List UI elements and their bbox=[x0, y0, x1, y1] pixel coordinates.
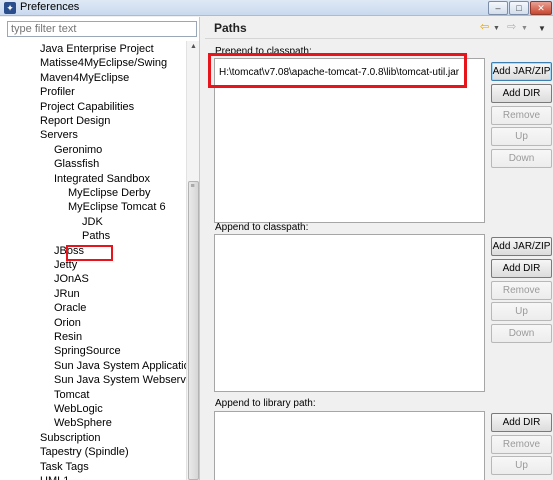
page-header: Paths ⇦ ▼ ⇨ ▼ ▼ bbox=[205, 17, 553, 39]
highlight-box-jar-entry bbox=[208, 53, 467, 88]
append-classpath-label: Append to classpath: bbox=[215, 222, 309, 233]
tree-item-report-design[interactable]: Report Design bbox=[40, 114, 110, 128]
library-path-list[interactable] bbox=[214, 411, 485, 480]
scrollbar-thumb[interactable] bbox=[188, 181, 199, 480]
minimize-button[interactable]: – bbox=[488, 1, 508, 15]
prepend-down-button[interactable]: Down bbox=[491, 149, 552, 168]
tree-item-paths[interactable]: Paths bbox=[82, 229, 110, 243]
window-title: Preferences bbox=[20, 1, 80, 13]
library-up-button[interactable]: Up bbox=[491, 456, 552, 475]
append-up-button[interactable]: Up bbox=[491, 302, 552, 321]
append-classpath-list[interactable] bbox=[214, 234, 485, 392]
library-path-label: Append to library path: bbox=[215, 398, 316, 409]
maximize-button[interactable]: □ bbox=[509, 1, 529, 15]
tree-item-maven4myeclipse[interactable]: Maven4MyEclipse bbox=[40, 71, 129, 85]
highlight-box-paths bbox=[66, 245, 113, 261]
close-window-button[interactable]: ✕ bbox=[530, 1, 552, 15]
tree-item-myeclipse-tomcat-6[interactable]: MyEclipse Tomcat 6 bbox=[68, 200, 166, 214]
tree-item-subscription[interactable]: Subscription bbox=[40, 431, 101, 445]
tree-item-matisse4myeclipse-swing[interactable]: Matisse4MyEclipse/Swing bbox=[40, 56, 167, 70]
tree-item-sun-java-system-application-se[interactable]: Sun Java System Application Se bbox=[54, 359, 186, 373]
tree-item-orion[interactable]: Orion bbox=[54, 316, 81, 330]
tree-item-geronimo[interactable]: Geronimo bbox=[54, 143, 102, 157]
forward-arrow-icon[interactable]: ⇨ bbox=[507, 21, 516, 33]
scroll-up-icon[interactable]: ▲ bbox=[188, 41, 199, 53]
grip-icon: ≡ bbox=[190, 183, 195, 190]
tree-item-profiler[interactable]: Profiler bbox=[40, 85, 75, 99]
tree-item-uml1[interactable]: UML1 bbox=[40, 474, 69, 480]
preferences-nav-pane: Java Enterprise ProjectMatisse4MyEclipse… bbox=[0, 17, 200, 480]
prepend-add-jar-button[interactable]: Add JAR/ZIP bbox=[491, 62, 552, 81]
tree-item-integrated-sandbox[interactable]: Integrated Sandbox bbox=[54, 172, 150, 186]
tree-item-jdk[interactable]: JDK bbox=[82, 215, 103, 229]
chevron-down-icon[interactable]: ▼ bbox=[493, 23, 500, 35]
eclipse-app-icon: ✦ bbox=[4, 2, 16, 14]
prepend-add-dir-button[interactable]: Add DIR bbox=[491, 84, 552, 103]
append-remove-button[interactable]: Remove bbox=[491, 281, 552, 300]
library-remove-button[interactable]: Remove bbox=[491, 435, 552, 454]
tree-item-servers[interactable]: Servers bbox=[40, 128, 78, 142]
append-add-dir-button[interactable]: Add DIR bbox=[491, 259, 552, 278]
tree-item-sun-java-system-webserver[interactable]: Sun Java System Webserver bbox=[54, 373, 186, 387]
tree-item-weblogic[interactable]: WebLogic bbox=[54, 402, 103, 416]
window-title-bar: ✦ Preferences – □ ✕ bbox=[0, 0, 553, 16]
tree-item-oracle[interactable]: Oracle bbox=[54, 301, 86, 315]
filter-input[interactable] bbox=[7, 21, 197, 37]
prepend-remove-button[interactable]: Remove bbox=[491, 106, 552, 125]
append-down-button[interactable]: Down bbox=[491, 324, 552, 343]
tree-item-jonas[interactable]: JOnAS bbox=[54, 272, 89, 286]
tree-item-task-tags[interactable]: Task Tags bbox=[40, 460, 89, 474]
tree-item-tomcat[interactable]: Tomcat bbox=[54, 388, 89, 402]
view-menu-icon[interactable]: ▼ bbox=[538, 23, 546, 35]
back-arrow-icon[interactable]: ⇦ bbox=[480, 21, 489, 33]
tree-item-java-enterprise-project[interactable]: Java Enterprise Project bbox=[40, 42, 154, 56]
tree-item-project-capabilities[interactable]: Project Capabilities bbox=[40, 100, 134, 114]
tree-scrollbar[interactable]: ▲ ≡ bbox=[186, 41, 199, 480]
tree-item-websphere[interactable]: WebSphere bbox=[54, 416, 112, 430]
tree-item-springsource[interactable]: SpringSource bbox=[54, 344, 121, 358]
page-title: Paths bbox=[214, 21, 247, 35]
tree-item-resin[interactable]: Resin bbox=[54, 330, 82, 344]
tree-item-tapestry-spindle[interactable]: Tapestry (Spindle) bbox=[40, 445, 129, 459]
library-add-dir-button[interactable]: Add DIR bbox=[491, 413, 552, 432]
prepend-up-button[interactable]: Up bbox=[491, 127, 552, 146]
tree-item-jrun[interactable]: JRun bbox=[54, 287, 80, 301]
chevron-down-icon[interactable]: ▼ bbox=[521, 23, 528, 35]
append-add-jar-button[interactable]: Add JAR/ZIP bbox=[491, 237, 552, 256]
tree-item-glassfish[interactable]: Glassfish bbox=[54, 157, 99, 171]
tree-item-myeclipse-derby[interactable]: MyEclipse Derby bbox=[68, 186, 151, 200]
